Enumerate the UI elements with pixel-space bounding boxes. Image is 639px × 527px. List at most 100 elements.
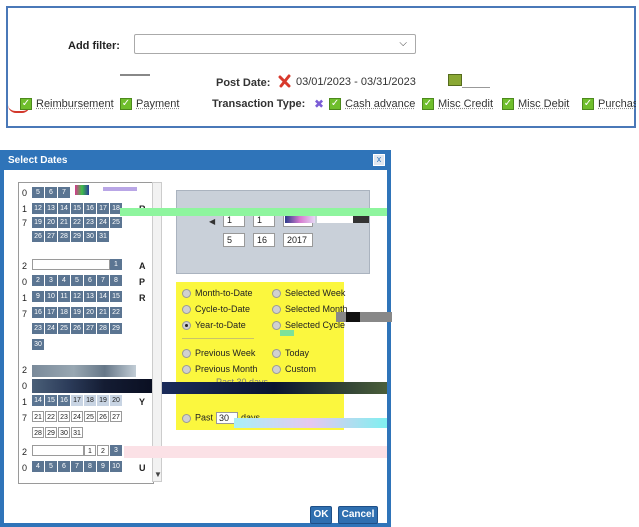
day-cell[interactable]: 1 — [84, 445, 96, 456]
day-cell[interactable]: 9 — [97, 461, 109, 472]
day-cell[interactable]: 23 — [58, 411, 70, 422]
option-previous-month[interactable]: Previous Month — [182, 364, 258, 375]
radio-icon[interactable] — [182, 305, 191, 315]
day-cell[interactable]: 26 — [71, 323, 83, 334]
day-cell[interactable]: 22 — [45, 411, 57, 422]
day-cell[interactable]: 19 — [32, 217, 44, 228]
type-misc-credit[interactable]: ✓ Misc Credit — [422, 98, 493, 111]
day-cell[interactable]: 16 — [84, 203, 96, 214]
scroll-down-icon[interactable]: ▼ — [154, 470, 162, 479]
day-cell[interactable]: 22 — [71, 217, 83, 228]
day-cell[interactable]: 28 — [32, 427, 44, 438]
calendar-scrollbar[interactable]: ▼ — [152, 182, 162, 482]
day-cell[interactable]: 24 — [71, 411, 83, 422]
day-cell[interactable]: 31 — [97, 231, 109, 242]
to-year-input[interactable]: 2017 — [283, 233, 313, 247]
day-cell[interactable]: 25 — [84, 411, 96, 422]
day-cell[interactable]: 13 — [45, 203, 57, 214]
radio-icon[interactable] — [272, 289, 281, 299]
day-cell[interactable]: 15 — [110, 291, 122, 302]
day-cell[interactable]: 14 — [97, 291, 109, 302]
checkbox-checked-icon[interactable]: ✓ — [582, 98, 594, 111]
day-cell[interactable]: 23 — [84, 217, 96, 228]
day-cell[interactable]: 21 — [32, 411, 44, 422]
day-cell[interactable]: 5 — [45, 461, 57, 472]
day-cell[interactable]: 30 — [58, 427, 70, 438]
day-cell[interactable]: 18 — [58, 307, 70, 318]
checkbox-checked-icon[interactable]: ✓ — [329, 98, 342, 111]
day-cell[interactable]: 24 — [45, 323, 57, 334]
day-cell[interactable]: 7 — [71, 461, 83, 472]
day-cell[interactable]: 15 — [71, 203, 83, 214]
day-cell[interactable]: 19 — [97, 395, 109, 406]
day-cell[interactable]: 4 — [58, 275, 70, 286]
day-cell[interactable]: 2 — [97, 445, 109, 456]
ok-button[interactable]: OK — [310, 506, 332, 524]
cancel-button[interactable]: Cancel — [338, 506, 378, 524]
day-cell[interactable]: 29 — [110, 323, 122, 334]
day-cell[interactable]: 14 — [58, 203, 70, 214]
day-cell[interactable]: 6 — [58, 461, 70, 472]
radio-icon[interactable] — [272, 349, 281, 359]
day-cell[interactable]: 7 — [58, 187, 70, 198]
calendar-icon[interactable] — [448, 74, 462, 86]
radio-icon[interactable] — [272, 365, 281, 375]
type-misc-debit[interactable]: ✓ Misc Debit — [502, 98, 569, 111]
day-cell[interactable]: 8 — [110, 275, 122, 286]
day-cell[interactable]: 2 — [32, 275, 44, 286]
day-cell[interactable]: 17 — [97, 203, 109, 214]
day-cell[interactable]: 6 — [84, 275, 96, 286]
day-cell[interactable]: 3 — [45, 275, 57, 286]
radio-icon[interactable] — [272, 321, 281, 331]
day-cell[interactable]: 29 — [45, 427, 57, 438]
day-cell[interactable]: 20 — [84, 307, 96, 318]
day-cell[interactable]: 30 — [32, 339, 44, 350]
radio-icon[interactable] — [182, 289, 191, 299]
day-cell[interactable]: 18 — [84, 395, 96, 406]
day-cell[interactable]: 23 — [32, 323, 44, 334]
day-cell[interactable]: 3 — [110, 445, 122, 456]
day-cell[interactable]: 26 — [32, 231, 44, 242]
day-cell[interactable]: 20 — [110, 395, 122, 406]
day-cell[interactable]: 9 — [32, 291, 44, 302]
day-cell[interactable]: 21 — [58, 217, 70, 228]
type-reimbursement[interactable]: ✓ Reimbursement — [20, 98, 114, 111]
option-previous-week[interactable]: Previous Week — [182, 348, 255, 359]
option-selected-week[interactable]: Selected Week — [272, 288, 345, 299]
checkbox-checked-icon[interactable]: ✓ — [120, 98, 132, 111]
day-cell[interactable]: 27 — [45, 231, 57, 242]
radio-icon[interactable] — [182, 413, 191, 423]
day-cell[interactable]: 10 — [110, 461, 122, 472]
day-cell[interactable]: 22 — [110, 307, 122, 318]
remove-filter-icon[interactable] — [278, 74, 292, 88]
day-cell[interactable]: 25 — [58, 323, 70, 334]
day-cell[interactable]: 26 — [97, 411, 109, 422]
type-payment[interactable]: ✓ Payment — [120, 98, 179, 111]
checkbox-checked-icon[interactable]: ✓ — [20, 98, 32, 111]
day-cell[interactable]: 12 — [32, 203, 44, 214]
day-cell[interactable]: 1 — [110, 259, 122, 270]
option-today[interactable]: Today — [272, 348, 309, 359]
option-year-to-date[interactable]: Year-to-Date — [182, 320, 246, 331]
day-cell[interactable]: 15 — [45, 395, 57, 406]
option-selected-cycle[interactable]: Selected Cycle — [272, 320, 345, 331]
day-cell[interactable]: 28 — [97, 323, 109, 334]
day-cell[interactable]: 31 — [71, 427, 83, 438]
day-cell[interactable]: 17 — [45, 307, 57, 318]
arrow-left-icon[interactable]: ◀ — [209, 217, 215, 226]
option-month-to-date[interactable]: Month-to-Date — [182, 288, 253, 299]
day-cell[interactable]: 28 — [58, 231, 70, 242]
checkbox-checked-icon[interactable]: ✓ — [502, 98, 514, 111]
day-cell[interactable]: 7 — [97, 275, 109, 286]
day-cell[interactable]: 12 — [71, 291, 83, 302]
day-cell[interactable]: 5 — [32, 187, 44, 198]
day-cell[interactable]: 13 — [84, 291, 96, 302]
day-cell[interactable]: 24 — [97, 217, 109, 228]
day-cell[interactable]: 6 — [45, 187, 57, 198]
toggle-all-icon[interactable]: ✖ — [314, 98, 326, 110]
day-cell[interactable]: 25 — [110, 217, 122, 228]
add-filter-select[interactable]: ⌵ — [134, 34, 416, 54]
day-cell[interactable]: 16 — [32, 307, 44, 318]
day-cell[interactable]: 21 — [97, 307, 109, 318]
to-day-input[interactable]: 16 — [253, 233, 275, 247]
